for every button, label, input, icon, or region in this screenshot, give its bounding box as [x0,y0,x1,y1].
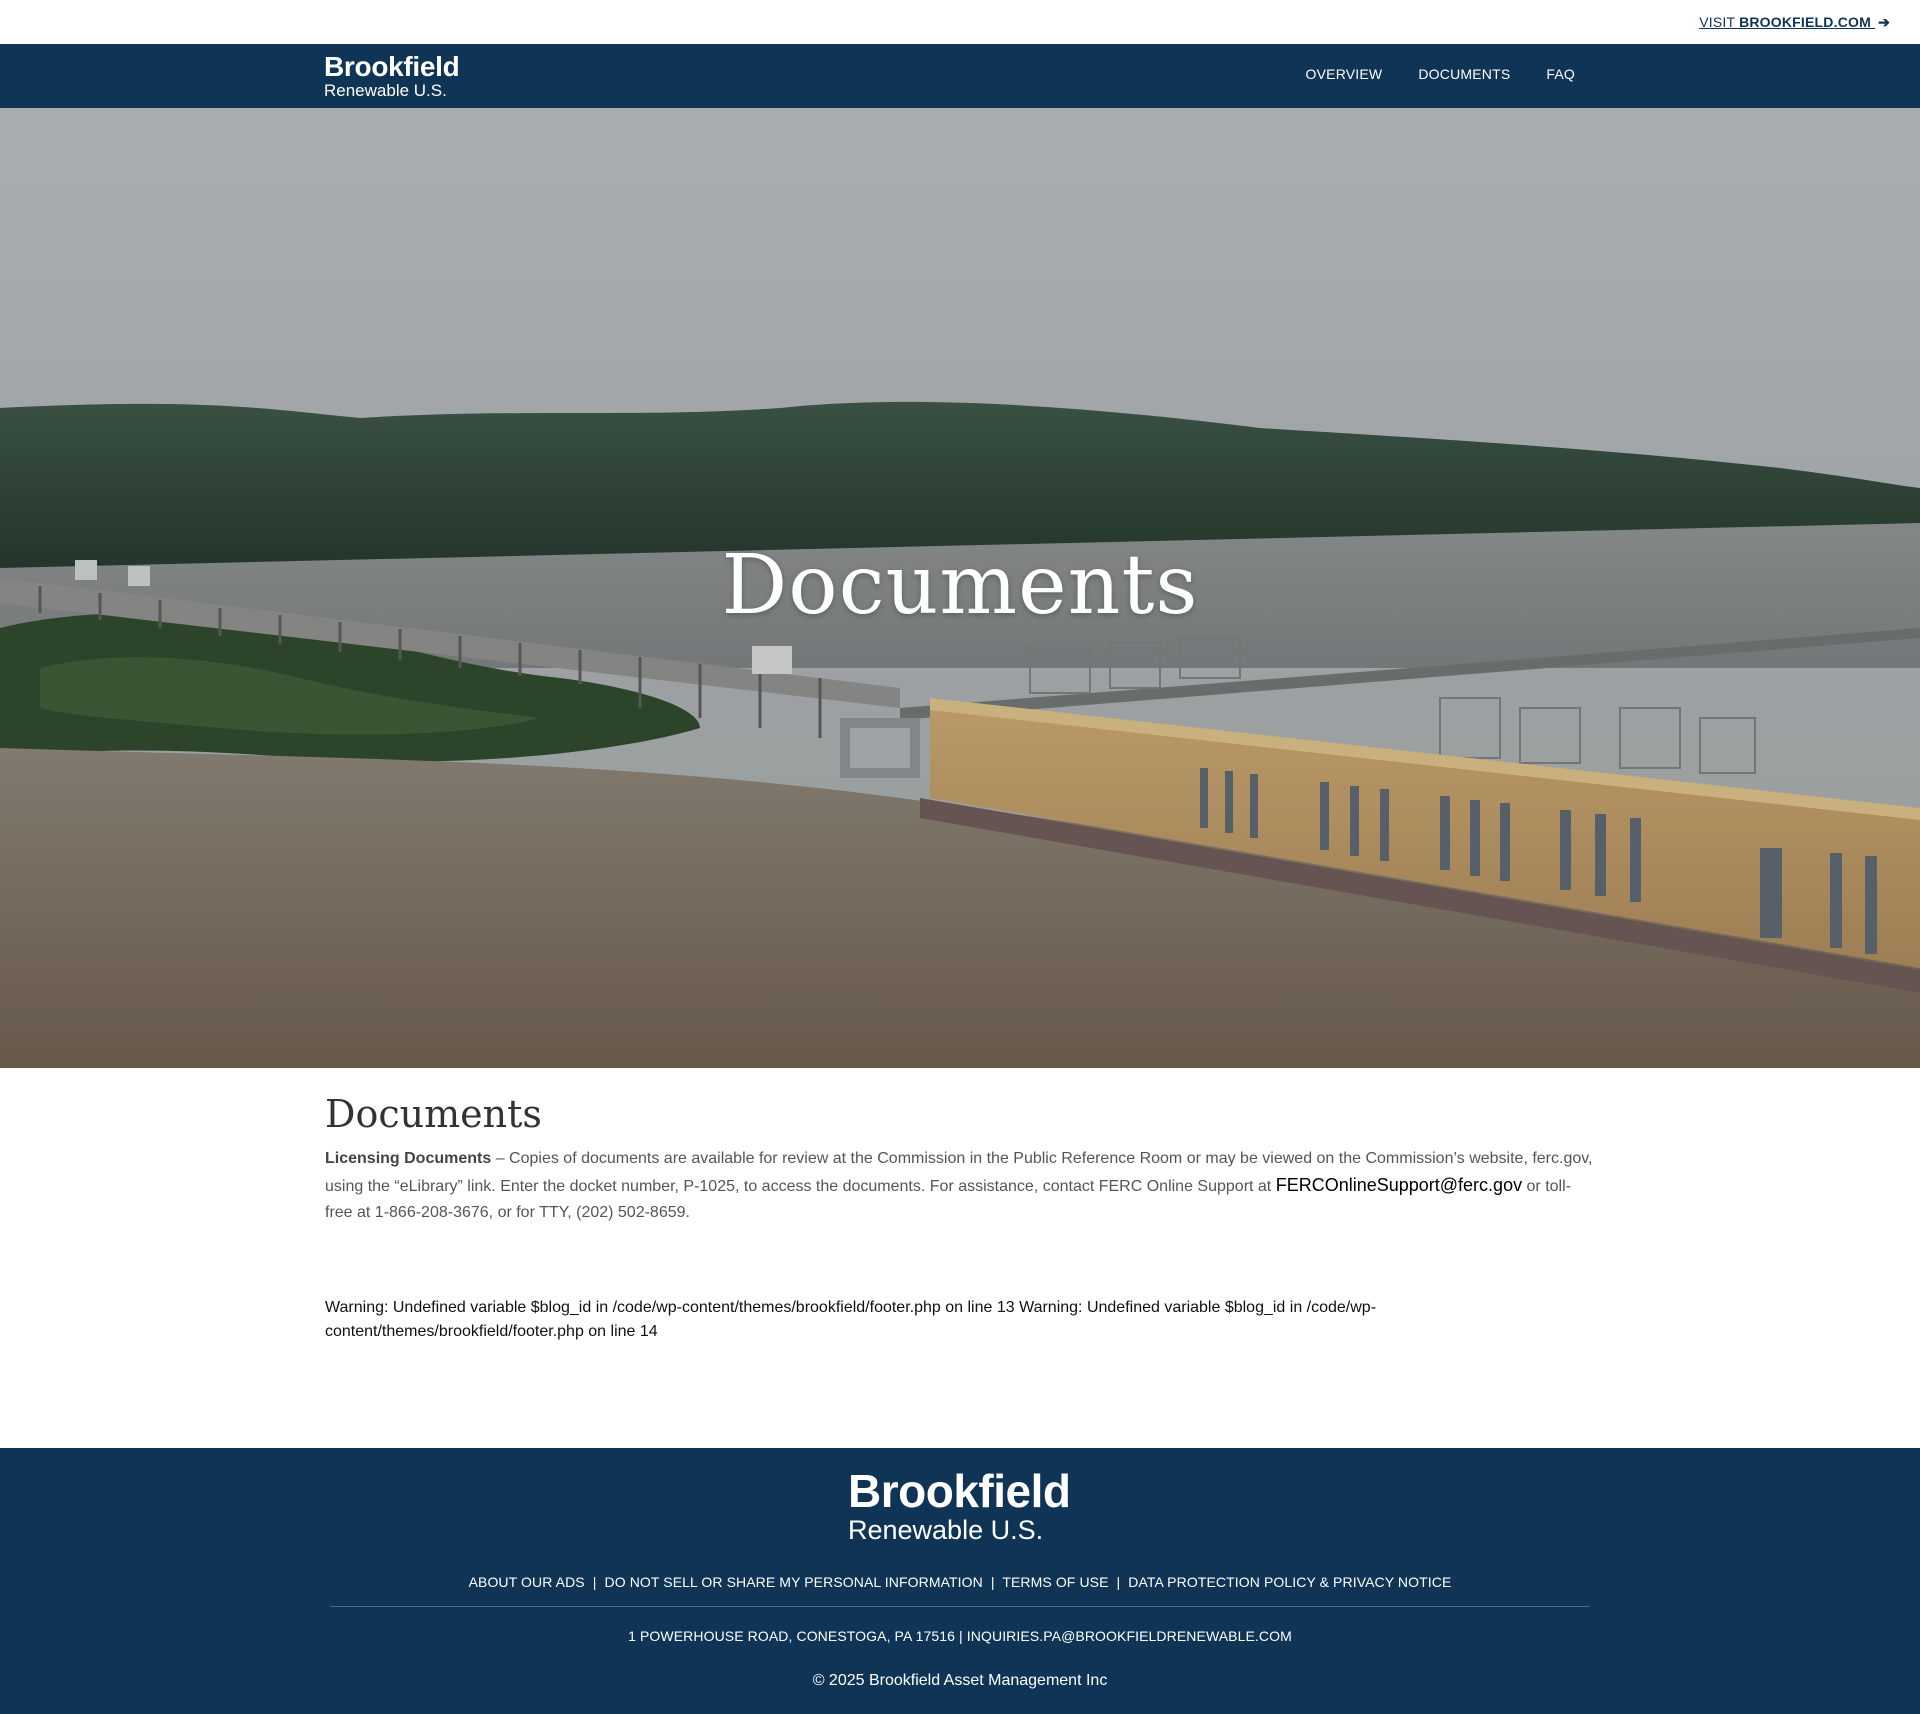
brand-name: Brookfield [324,51,460,82]
arrow-right-icon: ➔ [1878,14,1890,30]
main-navigation: Brookfield Renewable U.S. OVERVIEW DOCUM… [0,44,1920,108]
nav-item-overview[interactable]: OVERVIEW [1306,66,1383,82]
php-warning-text: Warning: Undefined variable $blog_id in … [325,1299,1377,1340]
hero-banner: Documents [0,108,1920,1068]
footer-link-privacy[interactable]: DATA PROTECTION POLICY & PRIVACY NOTICE [1128,1574,1451,1590]
footer-email-link[interactable]: INQUIRIES.PA@BROOKFIELDRENEWABLE.COM [967,1628,1292,1644]
footer-link-terms[interactable]: TERMS OF USE [1002,1574,1108,1590]
footer-separator: | [592,1574,597,1590]
footer-separator: | [959,1628,963,1644]
brand-subname: Renewable U.S. [324,81,447,100]
nav-menu: OVERVIEW DOCUMENTS FAQ [1306,66,1575,82]
footer-address-line: 1 POWERHOUSE ROAD, CONESTOGA, PA 17516 |… [0,1628,1920,1644]
footer-brand-subname: Renewable U.S. [848,1515,1044,1545]
footer-link-do-not-sell[interactable]: DO NOT SELL OR SHARE MY PERSONAL INFORMA… [605,1574,983,1590]
visit-brookfield-link[interactable]: VISIT BROOKFIELD.COM ➔ [1699,14,1890,31]
footer-brand-name: Brookfield [848,1465,1071,1517]
footer-separator: | [990,1574,995,1590]
licensing-paragraph: Licensing Documents – Copies of document… [325,1146,1595,1226]
visit-prefix: VISIT [1699,14,1735,30]
utility-bar: VISIT BROOKFIELD.COM ➔ [0,0,1920,44]
footer-link-about-ads[interactable]: ABOUT OUR ADS [469,1574,585,1590]
ferc-support-email-link[interactable]: FERCOnlineSupport@ferc.gov [1276,1175,1522,1195]
footer-brand-logo[interactable]: Brookfield Renewable U.S. [848,1465,1071,1545]
licensing-label: Licensing Documents [325,1150,492,1167]
nav-item-documents[interactable]: DOCUMENTS [1418,66,1510,82]
brand-logo[interactable]: Brookfield Renewable U.S. [324,51,460,100]
footer-divider [330,1606,1590,1607]
footer-copyright: © 2025 Brookfield Asset Management Inc [812,1672,1108,1689]
footer-separator: | [1116,1574,1121,1590]
hero-title: Documents [721,538,1199,633]
main-content: Documents Licensing Documents – Copies o… [325,1090,1595,1226]
nav-item-faq[interactable]: FAQ [1546,66,1575,82]
footer-address: 1 POWERHOUSE ROAD, CONESTOGA, PA 17516 [628,1628,956,1644]
footer-links: ABOUT OUR ADS | DO NOT SELL OR SHARE MY … [0,1574,1920,1590]
visit-site: BROOKFIELD.COM [1739,14,1871,30]
page-title: Documents [325,1092,542,1136]
site-footer: Brookfield Renewable U.S. ABOUT OUR ADS … [0,1448,1920,1714]
